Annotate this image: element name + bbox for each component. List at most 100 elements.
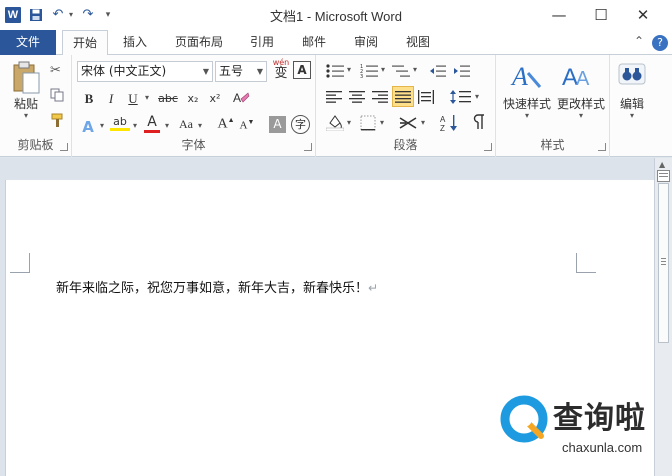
tab-insert[interactable]: 插入 bbox=[112, 30, 158, 55]
editing-dropdown-icon[interactable]: ▾ bbox=[627, 111, 637, 120]
font-color-dropdown-icon[interactable]: ▾ bbox=[162, 121, 172, 130]
highlight-button[interactable]: ab bbox=[110, 115, 130, 131]
enclose-characters-button[interactable]: 字 bbox=[291, 115, 310, 134]
font-size-combo[interactable]: 五号 ▼ bbox=[215, 61, 267, 82]
grow-font-button[interactable]: A▲ bbox=[217, 116, 235, 133]
highlight-dropdown-icon[interactable]: ▾ bbox=[130, 121, 140, 130]
group-clipboard: 粘贴 ▾ ✂ 剪贴板 bbox=[0, 55, 72, 157]
document-text[interactable]: 新年来临之际，祝您万事如意，新年大吉，新春快乐！↵ bbox=[56, 277, 378, 296]
text-effect-button[interactable]: A bbox=[80, 118, 96, 136]
phonetic-guide-button[interactable]: wén 变 bbox=[271, 58, 291, 81]
align-right-icon[interactable] bbox=[372, 90, 388, 107]
bullets-dropdown-icon[interactable]: ▾ bbox=[345, 65, 353, 74]
align-left-icon[interactable] bbox=[326, 90, 342, 107]
paragraph-launcher-icon[interactable] bbox=[484, 143, 492, 151]
chinese-layout-dropdown-icon[interactable]: ▾ bbox=[419, 118, 427, 127]
sort-icon[interactable]: AZ bbox=[440, 113, 460, 136]
show-paragraph-marks-icon[interactable] bbox=[472, 113, 488, 135]
tab-home[interactable]: 开始 bbox=[62, 30, 108, 56]
svg-text:3: 3 bbox=[360, 74, 363, 78]
svg-text:Z: Z bbox=[440, 124, 445, 133]
numbering-icon[interactable]: 123 bbox=[360, 64, 378, 81]
font-launcher-icon[interactable] bbox=[304, 143, 312, 151]
increase-indent-icon[interactable] bbox=[454, 64, 470, 81]
quick-styles-dropdown-icon[interactable]: ▾ bbox=[522, 111, 532, 120]
superscript-button[interactable]: x² bbox=[206, 92, 224, 105]
tab-view[interactable]: 视图 bbox=[396, 30, 440, 55]
tab-references[interactable]: 引用 bbox=[240, 30, 284, 55]
change-styles-icon[interactable]: AA bbox=[562, 59, 594, 94]
editing-label[interactable]: 编辑 bbox=[614, 95, 650, 112]
scroll-thumb[interactable] bbox=[658, 183, 669, 343]
bullets-icon[interactable] bbox=[326, 64, 344, 81]
character-border-button[interactable]: A bbox=[293, 61, 311, 79]
watermark-en: chaxunla.com bbox=[562, 440, 643, 455]
subscript-button[interactable]: x₂ bbox=[184, 92, 202, 105]
shading-dropdown-icon[interactable]: ▾ bbox=[345, 118, 353, 127]
find-binoculars-icon[interactable] bbox=[618, 61, 646, 90]
borders-dropdown-icon[interactable]: ▾ bbox=[378, 118, 386, 127]
numbering-dropdown-icon[interactable]: ▾ bbox=[379, 65, 387, 74]
copy-icon[interactable] bbox=[50, 88, 64, 105]
clipboard-launcher-icon[interactable] bbox=[60, 143, 68, 151]
group-editing: 编辑 ▾ bbox=[610, 55, 654, 157]
styles-launcher-icon[interactable] bbox=[598, 143, 606, 151]
shading-icon[interactable] bbox=[325, 113, 345, 134]
quick-styles-label[interactable]: 快速样式 bbox=[500, 95, 554, 112]
chinese-layout-icon[interactable] bbox=[398, 114, 418, 135]
format-painter-icon[interactable] bbox=[50, 112, 66, 131]
close-button[interactable]: ✕ bbox=[624, 0, 662, 30]
help-icon[interactable]: ? bbox=[652, 35, 668, 51]
justify-button[interactable] bbox=[392, 86, 414, 107]
clear-formatting-icon[interactable]: A bbox=[232, 89, 250, 110]
font-name-combo[interactable]: 宋体 (中文正文) ▼ bbox=[77, 61, 213, 82]
underline-dropdown-icon[interactable]: ▾ bbox=[142, 93, 152, 102]
align-center-icon[interactable] bbox=[349, 90, 365, 107]
paste-dropdown-icon[interactable]: ▾ bbox=[20, 111, 32, 120]
minimize-button[interactable]: — bbox=[540, 0, 578, 30]
group-paragraph: ▾ 123 ▾ ▾ ▾ ▾ ▾ ▾ A Z 段落 bbox=[316, 55, 496, 157]
tab-page-layout[interactable]: 页面布局 bbox=[168, 30, 230, 55]
italic-button[interactable]: I bbox=[104, 91, 118, 107]
ribbon-tabs: 文件 开始 插入 页面布局 引用 邮件 审阅 视图 ⌃ ? bbox=[0, 30, 672, 56]
strikethrough-button[interactable]: abc bbox=[156, 92, 180, 105]
change-case-button[interactable]: Aa bbox=[176, 117, 196, 132]
character-shading-button[interactable]: A bbox=[269, 116, 286, 133]
tab-review[interactable]: 审阅 bbox=[344, 30, 388, 55]
cut-icon[interactable]: ✂ bbox=[50, 63, 66, 79]
vertical-scrollbar[interactable]: ▲ bbox=[654, 158, 672, 476]
tab-mailings[interactable]: 邮件 bbox=[292, 30, 336, 55]
maximize-button[interactable]: ☐ bbox=[582, 0, 620, 30]
multilevel-list-icon[interactable] bbox=[392, 64, 410, 81]
text-effect-dropdown-icon[interactable]: ▾ bbox=[97, 121, 107, 130]
paste-icon bbox=[13, 61, 40, 94]
svg-text:A: A bbox=[440, 115, 446, 124]
close-icon: ✕ bbox=[636, 6, 650, 24]
collapse-ribbon-icon[interactable]: ⌃ bbox=[634, 34, 644, 48]
change-case-dropdown-icon[interactable]: ▾ bbox=[195, 121, 205, 130]
underline-button[interactable]: U bbox=[126, 91, 140, 107]
ruler-toggle-icon[interactable] bbox=[657, 170, 670, 182]
borders-icon[interactable] bbox=[360, 115, 376, 134]
line-spacing-dropdown-icon[interactable]: ▾ bbox=[473, 92, 481, 101]
paragraph-mark-icon: ↵ bbox=[368, 281, 379, 295]
line-spacing-icon[interactable] bbox=[450, 89, 472, 108]
font-color-button[interactable]: A bbox=[144, 114, 160, 133]
phonetic-char: 变 bbox=[274, 66, 288, 81]
justify-icon bbox=[395, 91, 411, 103]
minimize-icon: — bbox=[551, 6, 567, 24]
scroll-up-icon[interactable]: ▲ bbox=[659, 160, 665, 169]
quick-styles-icon[interactable]: A bbox=[510, 59, 542, 94]
change-styles-label[interactable]: 更改样式 bbox=[554, 95, 608, 112]
svg-text:A: A bbox=[510, 62, 528, 91]
shrink-font-button[interactable]: A▼ bbox=[238, 118, 256, 132]
tab-file[interactable]: 文件 bbox=[0, 30, 56, 55]
change-styles-dropdown-icon[interactable]: ▾ bbox=[576, 111, 586, 120]
distributed-align-icon[interactable] bbox=[418, 90, 434, 107]
paste-label[interactable]: 粘贴 bbox=[10, 95, 42, 112]
document-text-content: 新年来临之际，祝您万事如意，新年大吉，新春快乐！ bbox=[56, 281, 369, 296]
bold-button[interactable]: B bbox=[82, 91, 96, 107]
chevron-down-icon: ▼ bbox=[256, 67, 263, 76]
decrease-indent-icon[interactable] bbox=[430, 64, 446, 81]
multilevel-dropdown-icon[interactable]: ▾ bbox=[411, 65, 419, 74]
